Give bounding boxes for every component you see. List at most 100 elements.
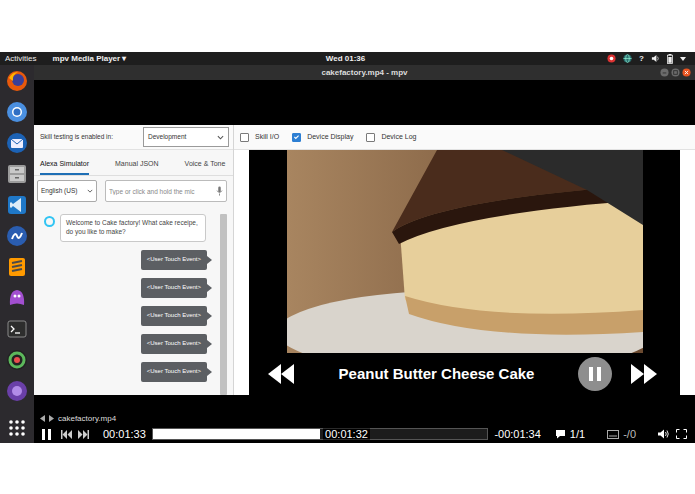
previous-icon[interactable] [267,362,295,386]
ghost-app-icon[interactable] [6,287,28,309]
code-editor-icon[interactable] [6,194,28,216]
display-caption: Peanut Butter Cheese Cake [295,365,578,383]
toggle-label: Device Display [307,133,353,141]
alexa-message: Welcome to Cake factory! What cake recei… [44,214,218,242]
skip-back-icon[interactable] [61,430,72,439]
clock[interactable]: Wed 01:36 [326,55,365,63]
subtitle-track-label: -/0 [623,429,636,440]
utterance-input[interactable] [109,188,214,195]
video-area[interactable]: Skill testing is enabled in: Development… [34,80,695,443]
language-value: English (US) [41,187,77,195]
display-row: Peanut Butter Cheese Cake [234,150,695,395]
display-controls: Peanut Butter Cheese Cake [249,353,680,395]
pause-button[interactable] [578,357,612,391]
ring-app-icon[interactable] [6,349,28,371]
next-icon[interactable] [630,362,658,386]
user-message-text: <User Touch Event> [147,368,201,375]
checkbox[interactable] [366,133,375,142]
panel-toggle[interactable]: Skill I/O [240,133,279,142]
user-message-text: <User Touch Event> [147,284,201,291]
file-name: cakefactory.mp4 [58,415,116,423]
chevron-icon [87,189,93,193]
audio-track[interactable]: 1/1 [555,429,585,440]
cake-photo [287,150,643,353]
language-select[interactable]: English (US) [37,180,97,202]
battery-icon[interactable] [667,54,673,64]
seek-row: 00:01:33 00:01:32 -00:01:34 1/1 -/0 [38,425,691,443]
subtitle-track[interactable]: -/0 [607,429,636,440]
device-panel: Skill I/O Device Display Device Log [234,125,695,395]
toggle-label: Device Log [381,133,416,141]
alexa-ring-icon [44,216,55,227]
input-row: English (US) [34,176,233,206]
close-icon[interactable] [682,68,691,77]
help-icon[interactable]: ? [639,55,644,63]
git-client-icon[interactable] [6,225,28,247]
panel-toggle[interactable]: Device Log [366,133,416,142]
mail-icon[interactable] [6,132,28,154]
seek-bar[interactable]: 00:01:32 [152,428,489,440]
remaining-time: -00:01:34 [494,429,540,440]
checkbox[interactable] [240,133,249,142]
simulator-tab[interactable]: Voice & Tone [185,160,226,175]
sublime-icon[interactable] [6,256,28,278]
title-bar: cakefactory.mp4 - mpv [34,65,695,80]
utterance-field[interactable] [105,180,227,202]
dock [0,65,34,443]
playlist-next-icon[interactable] [49,415,54,422]
hover-time: 00:01:32 [323,429,370,440]
alexa-console: Skill testing is enabled in: Development… [34,125,695,395]
checkbox[interactable] [292,133,301,142]
chromium-icon[interactable] [6,101,28,123]
player-controls: cakefactory.mp4 00:01:33 00:01:32 -00:01… [34,412,695,443]
play-pause-button[interactable] [42,429,51,440]
panel-toggles: Skill I/O Device Display Device Log [234,125,695,150]
skip-forward-icon[interactable] [78,430,89,439]
speaker-icon[interactable] [651,54,660,63]
activities-button[interactable]: Activities [5,55,37,63]
toggle-label: Skill I/O [255,133,279,141]
stage-select[interactable]: Development [143,127,229,147]
user-message-text: <User Touch Event> [147,340,201,347]
files-icon[interactable] [6,163,28,185]
chat-area: Welcome to Cake factory! What cake recei… [34,206,233,395]
scrollbar[interactable] [220,214,227,395]
minimize-icon[interactable] [660,68,669,77]
playlist-prev-icon[interactable] [40,415,45,422]
extension-icon[interactable] [607,54,616,63]
system-menu-icon[interactable] [680,57,686,61]
testing-label: Skill testing is enabled in: [40,133,140,141]
simulator-panel: Skill testing is enabled in: Development… [34,125,234,395]
seek-fill [153,429,320,439]
stage-value: Development [148,133,186,141]
audio-track-label: 1/1 [570,429,585,440]
purple-app-icon[interactable] [6,380,28,402]
user-message-text: <User Touch Event> [147,312,201,319]
terminal-icon[interactable] [6,318,28,340]
maximize-icon[interactable] [671,68,680,77]
audio-icon [555,429,566,439]
user-message: <User Touch Event> [141,250,207,270]
simulator-tab[interactable]: Manual JSON [115,160,159,175]
mpv-window: cakefactory.mp4 - mpv Skill testing is e… [34,65,695,443]
mic-icon[interactable] [216,186,223,196]
firefox-icon[interactable] [6,70,28,92]
message-list: Welcome to Cake factory! What cake recei… [34,206,218,395]
fullscreen-icon[interactable] [676,429,687,439]
globe-icon[interactable] [623,54,632,63]
device-display: Peanut Butter Cheese Cake [249,150,680,395]
app-menu[interactable]: mpv Media Player ▾ [53,55,127,63]
simulator-tabs: Alexa Simulator Manual JSON Voice & Tone [34,150,233,176]
simulator-tab[interactable]: Alexa Simulator [40,160,89,175]
volume-icon[interactable] [658,429,670,439]
user-message: <User Touch Event> [141,306,207,326]
subtitle-icon [607,430,619,439]
testing-toolbar: Skill testing is enabled in: Development [34,125,233,150]
user-message: <User Touch Event> [141,334,207,354]
alexa-bubble: Welcome to Cake factory! What cake recei… [60,214,206,242]
app-grid-icon[interactable] [6,417,28,439]
window-title: cakefactory.mp4 - mpv [321,69,407,77]
chevron-icon [217,135,224,140]
elapsed-time: 00:01:33 [103,429,146,440]
panel-toggle[interactable]: Device Display [292,133,353,142]
